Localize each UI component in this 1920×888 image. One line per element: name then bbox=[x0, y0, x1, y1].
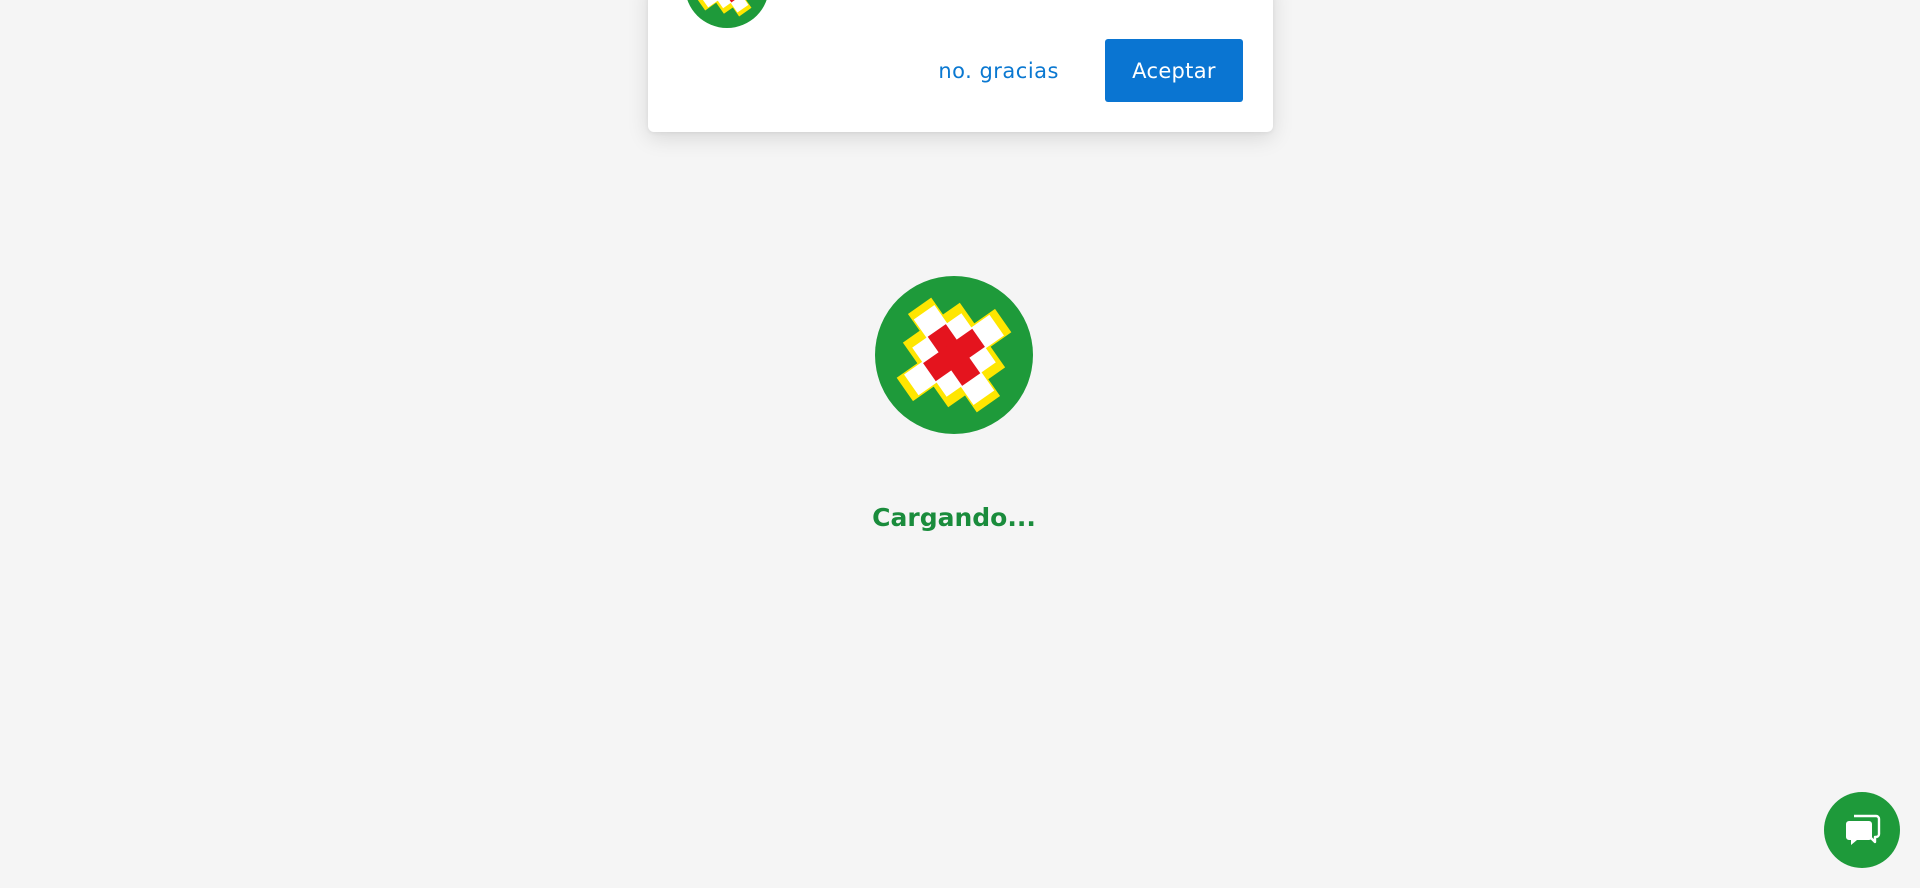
decline-button[interactable]: no. gracias bbox=[926, 39, 1071, 102]
chat-button[interactable] bbox=[1824, 792, 1900, 868]
loading-text: Cargando... bbox=[872, 503, 1036, 532]
chat-bubbles-icon bbox=[1846, 814, 1881, 845]
notification-permission-prompt: no. gracias Aceptar bbox=[648, 0, 1273, 132]
accept-button[interactable]: Aceptar bbox=[1105, 39, 1243, 102]
page: no. gracias Aceptar Cargando... bbox=[0, 0, 1920, 888]
pharmacy-cross-logo-icon bbox=[875, 276, 1033, 434]
pharmacy-cross-logo-icon bbox=[687, 0, 767, 28]
prompt-button-group: no. gracias Aceptar bbox=[926, 39, 1243, 102]
